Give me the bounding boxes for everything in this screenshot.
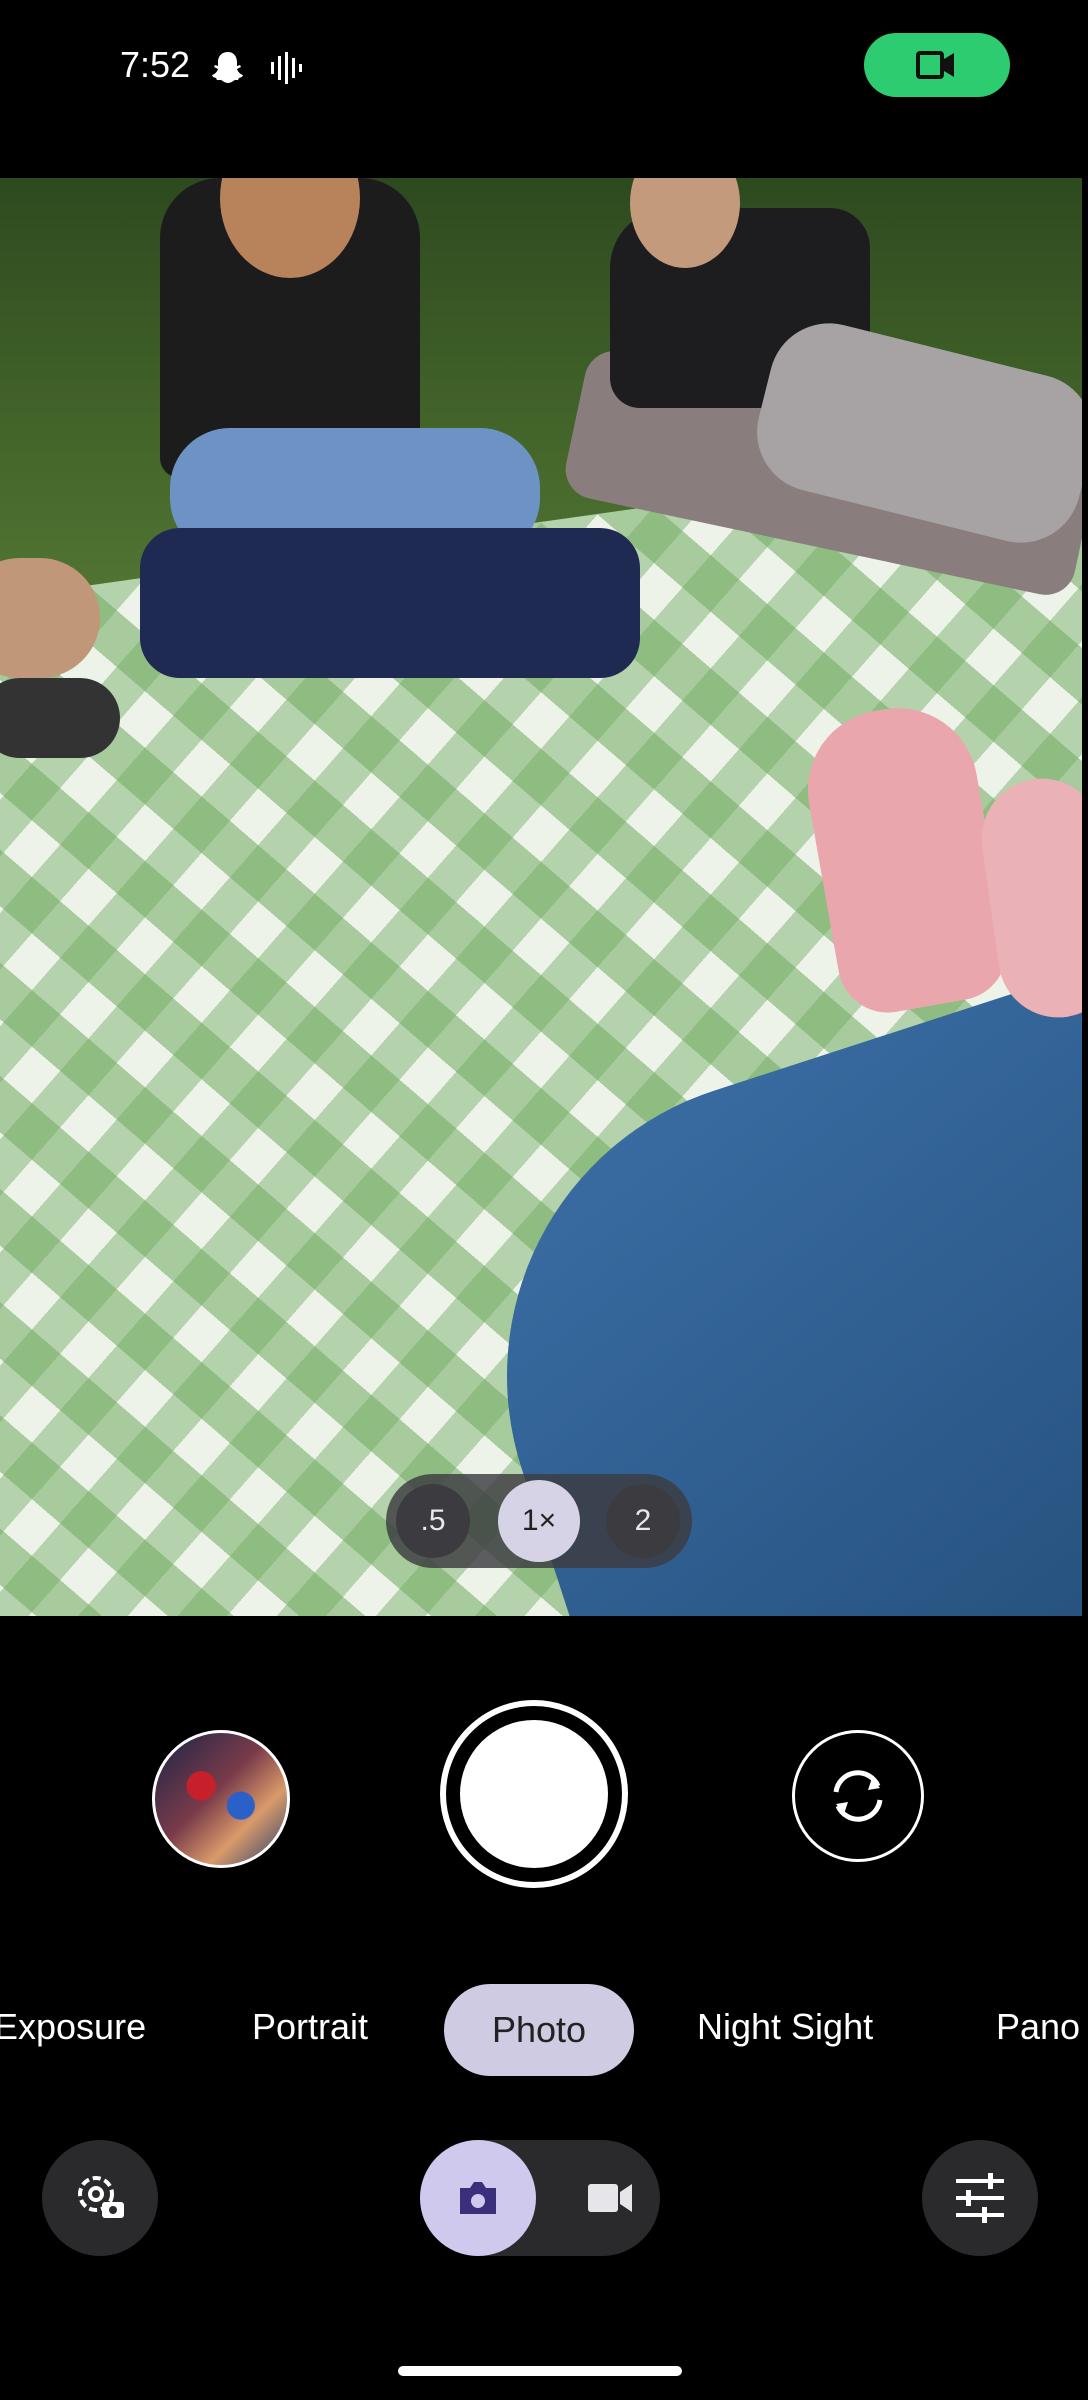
- shutter-icon: [460, 1720, 608, 1868]
- screen-record-icon: [916, 51, 954, 79]
- photo-video-toggle: [420, 2140, 660, 2256]
- home-indicator[interactable]: [398, 2366, 682, 2376]
- switch-camera-button[interactable]: [792, 1730, 924, 1862]
- video-mode-toggle[interactable]: [560, 2140, 660, 2256]
- switch-camera-icon: [833, 1770, 883, 1822]
- mode-selector: Exposure Portrait Photo Night Sight Pano: [0, 1984, 1088, 2076]
- mode-pano[interactable]: Pano: [996, 2006, 1080, 2048]
- photo-mode-toggle[interactable]: [420, 2140, 536, 2256]
- zoom-option-1x[interactable]: 1×: [498, 1480, 580, 1562]
- sliders-icon: [956, 2173, 1004, 2223]
- sound-wave-icon: [271, 52, 302, 84]
- mode-photo[interactable]: Photo: [444, 1984, 634, 2076]
- video-camera-icon: [588, 2184, 632, 2212]
- camera-settings-icon: [78, 2176, 124, 2218]
- mode-night-sight[interactable]: Night Sight: [697, 2006, 873, 2048]
- screen-record-indicator[interactable]: [864, 33, 1010, 97]
- snapchat-icon: [212, 52, 243, 83]
- camera-viewfinder[interactable]: [0, 178, 1082, 1616]
- camera-settings-button[interactable]: [42, 2140, 158, 2256]
- status-bar: 7:52: [0, 0, 1088, 140]
- gallery-thumbnail[interactable]: [152, 1730, 290, 1868]
- zoom-option-2[interactable]: 2: [606, 1484, 680, 1558]
- mode-exposure[interactable]: Exposure: [0, 2006, 146, 2048]
- status-time: 7:52: [120, 44, 191, 85]
- zoom-selector: .5 1× 2: [386, 1474, 692, 1568]
- shutter-button[interactable]: [440, 1700, 628, 1888]
- camera-icon: [460, 2182, 496, 2214]
- mode-portrait[interactable]: Portrait: [252, 2006, 368, 2048]
- adjustments-button[interactable]: [922, 2140, 1038, 2256]
- zoom-option-0-5[interactable]: .5: [396, 1484, 470, 1558]
